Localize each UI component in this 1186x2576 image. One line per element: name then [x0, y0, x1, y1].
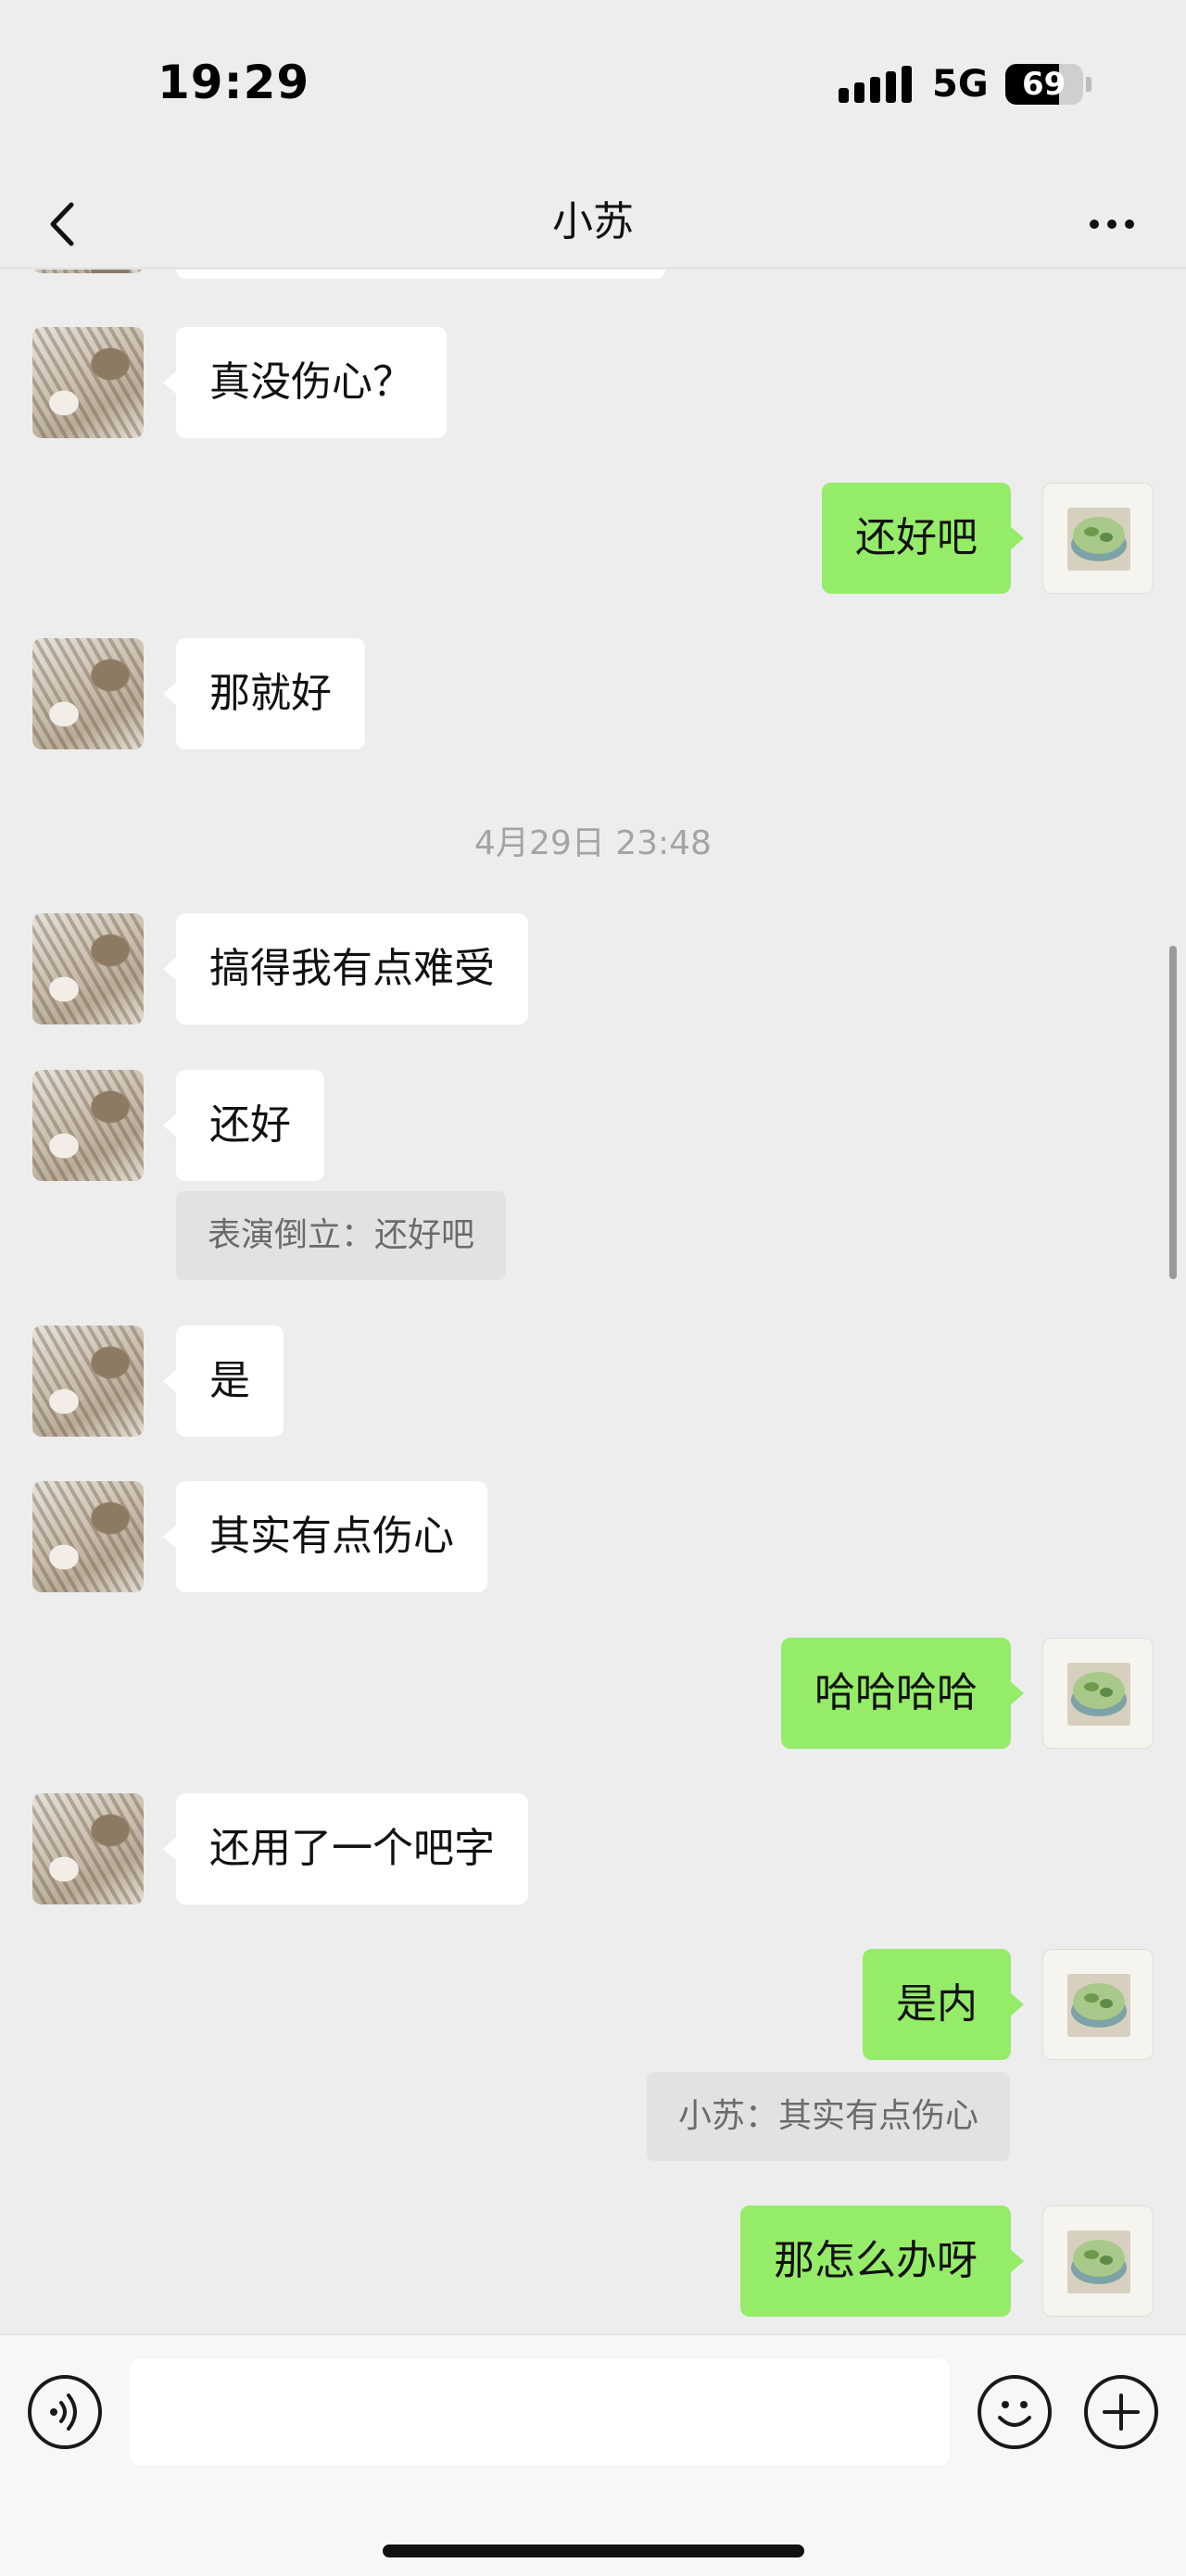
home-indicator[interactable] [383, 2545, 804, 2557]
contact-avatar[interactable] [32, 327, 144, 438]
status-indicators: 5G 69 [839, 63, 1091, 106]
my-avatar[interactable] [1042, 2205, 1154, 2317]
salad-bowl-icon [1067, 1663, 1130, 1726]
emoji-button[interactable] [978, 2375, 1052, 2449]
message-bubble-incoming[interactable]: 搞得我有点难受 [163, 913, 528, 1024]
chat-message-list[interactable]: 真没伤心？ 还好吧 那就好 4月29日 23:48 搞得我有点难受 还好 表演倒… [0, 270, 1186, 2334]
plus-icon [1103, 2394, 1140, 2431]
message-timestamp: 4月29日 23:48 [474, 824, 712, 862]
ellipsis-icon [1090, 220, 1099, 229]
voice-button[interactable] [28, 2375, 102, 2449]
message-bubble-incoming[interactable]: 还用了一个吧字 [163, 1793, 528, 1904]
network-type: 5G [932, 63, 989, 106]
contact-avatar[interactable] [32, 1481, 144, 1592]
message-bubble-incoming[interactable]: 真没伤心？ [163, 327, 447, 438]
quoted-reply[interactable]: 表演倒立：还好吧 [176, 1191, 507, 1280]
emoji-icon [998, 2401, 1031, 2427]
contact-avatar[interactable] [32, 638, 144, 749]
message-bubble-incoming[interactable]: 是 [163, 1326, 284, 1437]
message-input[interactable] [130, 2359, 950, 2465]
input-bar [0, 2334, 1186, 2576]
message-bubble-outgoing[interactable]: 那怎么办呀 [740, 2205, 1024, 2317]
signal-icon [839, 66, 912, 103]
message-bubble-incoming[interactable]: 那就好 [163, 638, 365, 749]
scrollbar[interactable] [1169, 946, 1177, 1279]
salad-bowl-icon [1067, 508, 1130, 571]
message-bubble-outgoing[interactable]: 哈哈哈哈 [781, 1638, 1024, 1749]
message-bubble-outgoing[interactable]: 还好吧 [822, 483, 1024, 594]
battery-level: 69 [1022, 66, 1066, 103]
quoted-reply[interactable]: 小苏：其实有点伤心 [646, 2072, 1010, 2161]
contact-avatar[interactable] [32, 1326, 144, 1437]
chevron-left-icon [50, 202, 74, 246]
contact-avatar[interactable] [32, 1793, 144, 1904]
back-button[interactable] [35, 196, 91, 252]
my-avatar[interactable] [1042, 483, 1154, 594]
status-bar: 19:29 5G 69 [0, 0, 1186, 176]
contact-avatar[interactable] [32, 1070, 144, 1181]
battery-nub [1085, 77, 1091, 92]
salad-bowl-icon [1067, 2230, 1130, 2293]
message-bubble-incoming[interactable]: 还好 [163, 1070, 324, 1181]
chat-title: 小苏 [552, 198, 634, 245]
message-bubble-outgoing[interactable]: 是内 [863, 1949, 1024, 2060]
plus-button[interactable] [1084, 2375, 1158, 2449]
my-avatar[interactable] [1042, 1638, 1154, 1749]
battery-icon: 69 [1004, 64, 1083, 105]
message-bubble-partial [176, 270, 665, 279]
message-bubble-incoming[interactable]: 其实有点伤心 [163, 1481, 487, 1592]
status-time: 19:29 [158, 56, 310, 109]
more-button[interactable] [1075, 196, 1149, 252]
voice-icon [50, 2394, 77, 2431]
avatar[interactable] [32, 270, 144, 273]
contact-avatar[interactable] [32, 913, 144, 1024]
my-avatar[interactable] [1042, 1949, 1154, 2060]
salad-bowl-icon [1067, 1974, 1130, 2037]
chat-header: 小苏 [0, 176, 1186, 269]
